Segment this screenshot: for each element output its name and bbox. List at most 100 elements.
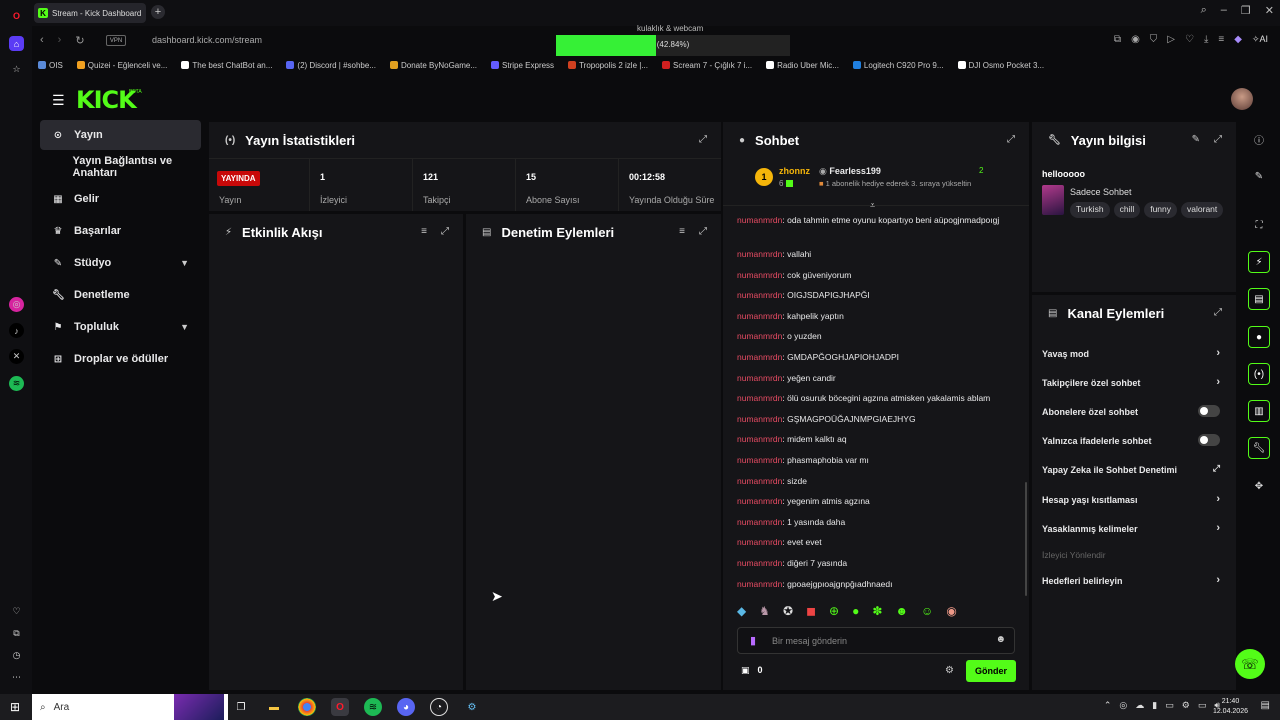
- stream-tag[interactable]: valorant: [1181, 202, 1224, 218]
- channel-action-item[interactable]: Abonelere özel sohbet: [1042, 405, 1220, 417]
- edit-icon[interactable]: ✎: [1192, 134, 1200, 145]
- chat-username[interactable]: numanmrdn: [737, 215, 782, 225]
- more-icon[interactable]: ⋯: [9, 670, 24, 685]
- back-icon[interactable]: ‹: [40, 34, 44, 47]
- screenshot-icon[interactable]: ⧉: [1114, 34, 1121, 45]
- bookmark-item[interactable]: Quizei - Eğlenceli ve...: [76, 58, 167, 72]
- bookmark-item[interactable]: DJI Osmo Pocket 3...: [957, 58, 1044, 72]
- opera-icon[interactable]: O: [331, 698, 349, 716]
- emote-icon[interactable]: ♞: [759, 604, 770, 618]
- tiktok-icon[interactable]: ♪: [9, 323, 24, 338]
- chat-message[interactable]: numanmrdn: GŞMAGPOÜĞAJNMPGIAEJHYG: [737, 413, 1022, 426]
- action-set-goals[interactable]: Hedefleri belirleyin ›: [1042, 574, 1220, 586]
- edit-icon[interactable]: ✎: [1248, 165, 1270, 187]
- close-icon[interactable]: ✕: [1265, 4, 1274, 17]
- restore-icon[interactable]: ❐: [1241, 4, 1251, 17]
- menu-icon[interactable]: ≡: [1218, 34, 1224, 45]
- x-twitter-icon[interactable]: ✕: [9, 349, 24, 364]
- chat-input[interactable]: ▮ Bir mesaj gönderin ☻: [737, 627, 1015, 654]
- stream-tag[interactable]: chill: [1113, 202, 1141, 218]
- popout-icon[interactable]: ⤢: [441, 226, 449, 237]
- nav-item-topluluk[interactable]: ⚑ Topluluk ▼: [40, 312, 201, 342]
- emote-icon[interactable]: ◼: [806, 604, 816, 618]
- category-name[interactable]: Sadece Sohbet: [1070, 187, 1132, 197]
- stream-tag[interactable]: funny: [1144, 202, 1178, 218]
- leader-username[interactable]: zhonnz: [779, 166, 810, 176]
- chat-message[interactable]: numanmrdn: 1 yasında daha: [737, 516, 1022, 529]
- cloud-icon[interactable]: ☁: [1135, 700, 1144, 711]
- chat-username[interactable]: numanmrdn: [737, 373, 782, 383]
- chat-username[interactable]: numanmrdn: [737, 496, 782, 506]
- chat-message[interactable]: numanmrdn: vallahi: [737, 248, 1022, 261]
- nav-item-basarilar[interactable]: ♛ Başarılar: [40, 216, 201, 246]
- bookmark-item[interactable]: Logitech C920 Pro 9...: [852, 58, 944, 72]
- chat-message[interactable]: numanmrdn: o yuzden: [737, 330, 1022, 343]
- file-explorer-icon[interactable]: ▬: [265, 698, 283, 716]
- chat-message[interactable]: numanmrdn: diğeri 7 yasında: [737, 557, 1022, 570]
- chat-message[interactable]: numanmrdn: phasmaphobia var mı: [737, 454, 1022, 467]
- snapshot-icon[interactable]: ⧉: [9, 626, 24, 641]
- chat-username[interactable]: numanmrdn: [737, 393, 782, 403]
- toggle-switch[interactable]: [1198, 434, 1220, 446]
- instagram-icon[interactable]: ◎: [9, 297, 24, 312]
- extension-icon[interactable]: ◆: [1234, 34, 1242, 45]
- windows-start-icon[interactable]: ⊞: [10, 700, 20, 714]
- chat-username[interactable]: numanmrdn: [737, 434, 782, 444]
- chat-message[interactable]: numanmrdn: kahpelik yaptın: [737, 310, 1022, 323]
- nav-item-denetleme[interactable]: 🔧︎ Denetleme: [40, 280, 201, 310]
- chrome-icon[interactable]: [298, 698, 316, 716]
- reload-icon[interactable]: ↻: [75, 34, 84, 47]
- toggle-switch[interactable]: [1198, 405, 1220, 417]
- popout-icon[interactable]: ⤢: [1214, 134, 1222, 145]
- shield-icon[interactable]: ⛉: [1150, 34, 1158, 45]
- channel-action-item[interactable]: Yavaş mod ›: [1042, 347, 1220, 359]
- chat-message[interactable]: numanmrdn: yegenim atmis agzına: [737, 495, 1022, 508]
- heart-icon[interactable]: ♡: [9, 604, 24, 619]
- spotify-icon[interactable]: ≋: [364, 698, 382, 716]
- task-view-icon[interactable]: ❐: [232, 698, 250, 716]
- nav-item-stream-key[interactable]: Yayın Bağlantısı ve Anahtarı: [40, 152, 201, 182]
- info-icon[interactable]: ⓘ: [1248, 128, 1270, 150]
- chat-message[interactable]: numanmrdn: sizde: [737, 475, 1022, 488]
- url-field[interactable]: dashboard.kick.com/stream: [152, 35, 262, 45]
- vpn-badge[interactable]: VPN: [106, 35, 126, 46]
- history-icon[interactable]: ◷: [9, 648, 24, 663]
- chat-username[interactable]: numanmrdn: [737, 290, 782, 300]
- chat-username[interactable]: numanmrdn: [737, 455, 782, 465]
- camera-icon[interactable]: ◉: [1131, 34, 1140, 45]
- opera-logo-icon[interactable]: O: [9, 8, 24, 23]
- nav-item-yayin[interactable]: ⊙ Yayın: [40, 120, 201, 150]
- chat-message[interactable]: numanmrdn: cok güveniyorum: [737, 269, 1022, 282]
- emote-icon[interactable]: ✪: [783, 604, 793, 618]
- lightning-icon[interactable]: ⚡︎: [1248, 251, 1270, 273]
- chat-message[interactable]: numanmrdn: midem kalktı aq: [737, 433, 1022, 446]
- download-icon[interactable]: ⤓: [1204, 34, 1208, 45]
- document-icon[interactable]: ▤: [1248, 288, 1270, 310]
- send-button[interactable]: Gönder: [966, 660, 1016, 682]
- heart-icon[interactable]: ♡: [1185, 34, 1194, 45]
- channel-action-item[interactable]: Yalnızca ifadelerle sohbet: [1042, 434, 1220, 446]
- chat-username[interactable]: numanmrdn: [737, 537, 782, 547]
- taskbar-search[interactable]: ⌕ Ara: [32, 694, 228, 720]
- add-widget-icon[interactable]: ✥: [1248, 475, 1270, 497]
- channel-action-item[interactable]: Yapay Zeka ile Sohbet Denetimi ⤢: [1042, 463, 1220, 475]
- bookmark-item[interactable]: OIS: [38, 58, 63, 72]
- emoji-icon[interactable]: ☻: [995, 634, 1006, 645]
- chat-message[interactable]: numanmrdn: GMDAPĞOGHJAPIOHJADPI: [737, 351, 1022, 364]
- notification-icon[interactable]: ▤: [1261, 700, 1270, 711]
- broadcast-icon[interactable]: (•): [1248, 363, 1270, 385]
- chat-message[interactable]: numanmrdn: ölü osuruk böcegini agzına at…: [737, 392, 1022, 405]
- steam-tray-icon[interactable]: ⚙: [1182, 700, 1190, 711]
- discord-icon[interactable]: ◕: [397, 698, 415, 716]
- play-icon[interactable]: ▷: [1167, 34, 1175, 45]
- gifter-username[interactable]: ◉ Fearless199: [819, 166, 881, 177]
- nav-item-studyo[interactable]: ✎ Stüdyo ▼: [40, 248, 201, 278]
- emote-icon[interactable]: ✽: [872, 604, 882, 618]
- popout-icon[interactable]: ⤢: [1007, 134, 1015, 145]
- chat-settings-icon[interactable]: ⚙: [945, 665, 954, 676]
- nav-item-gelir[interactable]: ▦ Gelir: [40, 184, 201, 214]
- chat-message[interactable]: numanmrdn: OIGJSDAPIGJHAPĞI: [737, 289, 1022, 302]
- chat-message[interactable]: numanmrdn: evet evet: [737, 536, 1022, 549]
- chat-bubble-icon[interactable]: ●: [1248, 326, 1270, 348]
- display-icon[interactable]: ▭: [1165, 700, 1174, 711]
